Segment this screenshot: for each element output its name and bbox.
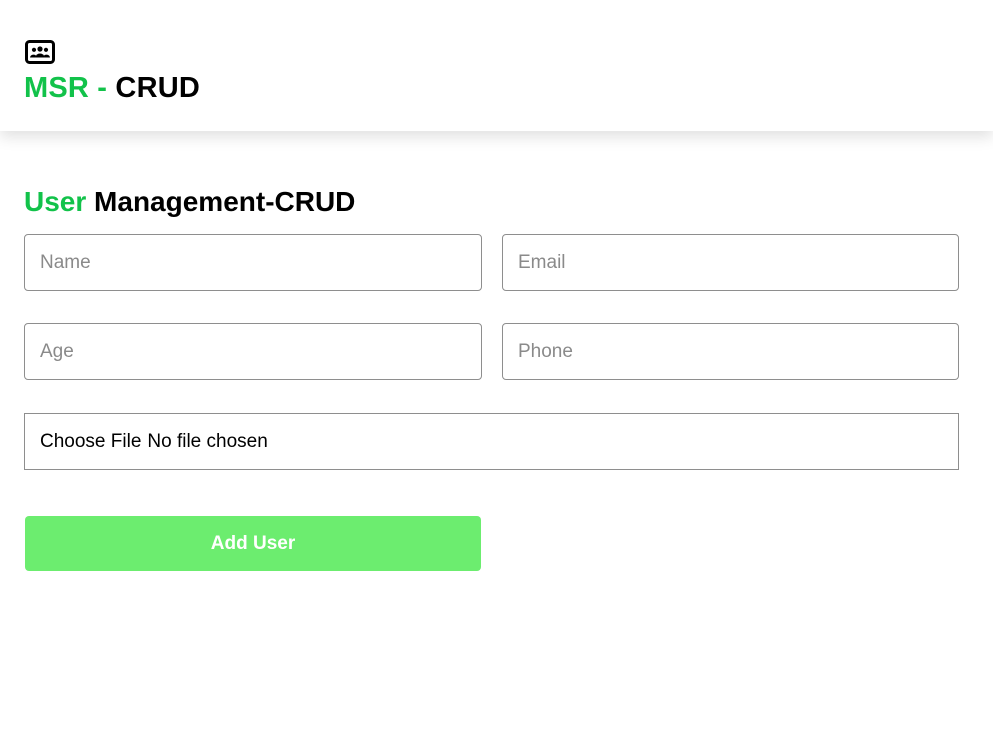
- brand-prefix: MSR -: [24, 72, 116, 104]
- users-id-card-icon: [25, 40, 55, 64]
- email-input[interactable]: [502, 234, 959, 291]
- page-title: User Management-CRUD: [24, 186, 355, 218]
- phone-input[interactable]: [502, 323, 959, 380]
- age-input[interactable]: [24, 323, 482, 380]
- add-user-button[interactable]: Add User: [25, 516, 481, 571]
- name-input[interactable]: [24, 234, 482, 291]
- choose-file-button[interactable]: Choose File: [40, 431, 141, 453]
- brand-title: MSR - CRUD: [24, 72, 200, 105]
- file-status-text: No file chosen: [147, 430, 268, 452]
- app-header: MSR - CRUD: [0, 0, 993, 131]
- file-input[interactable]: Choose File No file chosen: [24, 413, 959, 470]
- page-title-accent: User: [24, 186, 87, 217]
- page-title-rest: Management-CRUD: [86, 186, 356, 217]
- brand-suffix: CRUD: [115, 72, 200, 104]
